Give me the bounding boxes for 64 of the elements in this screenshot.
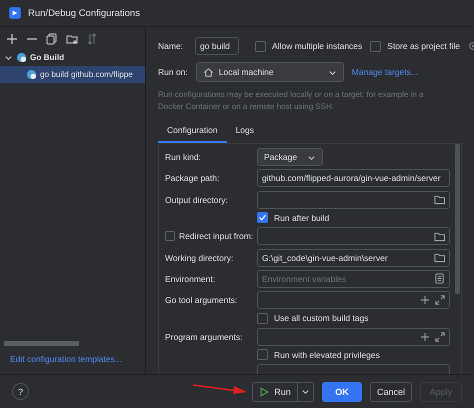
dropdown-button[interactable]: [298, 382, 314, 402]
checkbox-label: Use all custom build tags: [274, 313, 368, 324]
config-icon: [26, 69, 37, 80]
field-label: Working directory:: [165, 252, 234, 263]
tab[interactable]: Configuration: [158, 119, 227, 143]
play-icon: [259, 386, 270, 396]
checkbox-label: Run after build: [274, 212, 330, 223]
checkbox[interactable]: [257, 349, 268, 360]
copy-icon[interactable]: [46, 33, 58, 45]
input-field[interactable]: [257, 227, 450, 246]
document-icon[interactable]: [434, 273, 445, 284]
arrow-drawing: [192, 383, 248, 395]
scrollbar[interactable]: [455, 144, 460, 294]
tree-item[interactable]: go build github.com/flippe: [0, 66, 145, 83]
field-label: Package path:: [165, 173, 220, 184]
folder-icon[interactable]: [434, 230, 445, 242]
folder-icon[interactable]: [434, 252, 445, 264]
target-dropdown[interactable]: Local machine: [196, 62, 344, 82]
dropdown[interactable]: Package: [257, 148, 323, 166]
checkbox-label: Store as project file: [387, 41, 460, 51]
name-label: Name:: [158, 41, 184, 51]
scrollbar[interactable]: [4, 341, 79, 346]
checkbox-label: Redirect input from:: [179, 231, 254, 242]
checkbox[interactable]: [257, 212, 268, 224]
help-button[interactable]: ?: [12, 383, 29, 400]
field-label: Environment:: [165, 274, 216, 284]
add-icon[interactable]: [420, 295, 430, 306]
checkbox-label: Allow multiple instances: [272, 41, 362, 51]
expand-icon[interactable]: [435, 295, 445, 306]
field-label: Program arguments:: [165, 332, 242, 342]
field-label: Output directory:: [165, 194, 228, 205]
checkbox[interactable]: [165, 231, 175, 242]
sort-icon[interactable]: [86, 33, 98, 45]
checkbox[interactable]: [257, 312, 268, 324]
expand-icon[interactable]: [435, 332, 445, 342]
new-folder-icon[interactable]: [66, 33, 78, 45]
input-field[interactable]: [257, 364, 450, 374]
run-on-label: Run on:: [158, 67, 188, 77]
input-field[interactable]: [257, 291, 450, 310]
input-field[interactable]: github.com/flipped-aurora/gin-vue-admin/server: [257, 169, 450, 188]
tab[interactable]: Logs: [226, 119, 263, 143]
input-field[interactable]: G:\git_code\gin-vue-admin\server: [257, 248, 450, 267]
app-icon: [8, 6, 22, 20]
field-label: Go tool arguments:: [165, 295, 238, 306]
checkbox[interactable]: [255, 40, 266, 52]
input-field[interactable]: [257, 328, 450, 346]
edit-templates-link[interactable]: Edit configuration templates...: [0, 354, 145, 374]
checkbox-label: Run with elevated privileges: [274, 350, 380, 360]
folder-icon[interactable]: [434, 194, 445, 206]
run-button[interactable]: Run: [252, 382, 298, 402]
description-text: Run configurations may be executed locally or on a target: for example in a Docker Container or on a remote host using SSH.: [158, 89, 424, 113]
house-icon: [202, 66, 214, 78]
window-title: Run/Debug Configurations: [28, 8, 140, 18]
field-label: Run kind:: [165, 152, 201, 162]
ok-button[interactable]: OK: [322, 382, 362, 402]
add-icon[interactable]: [6, 33, 18, 45]
checkbox[interactable]: [370, 40, 382, 52]
config-icon: [16, 52, 27, 63]
add-icon[interactable]: [420, 332, 430, 342]
tree-item[interactable]: Go Build: [0, 49, 145, 66]
manage-targets-link[interactable]: Manage targets...: [352, 67, 418, 77]
dialog-button[interactable]: Cancel: [370, 382, 412, 402]
name-field[interactable]: go build: [195, 37, 240, 55]
input-field[interactable]: [257, 190, 450, 209]
